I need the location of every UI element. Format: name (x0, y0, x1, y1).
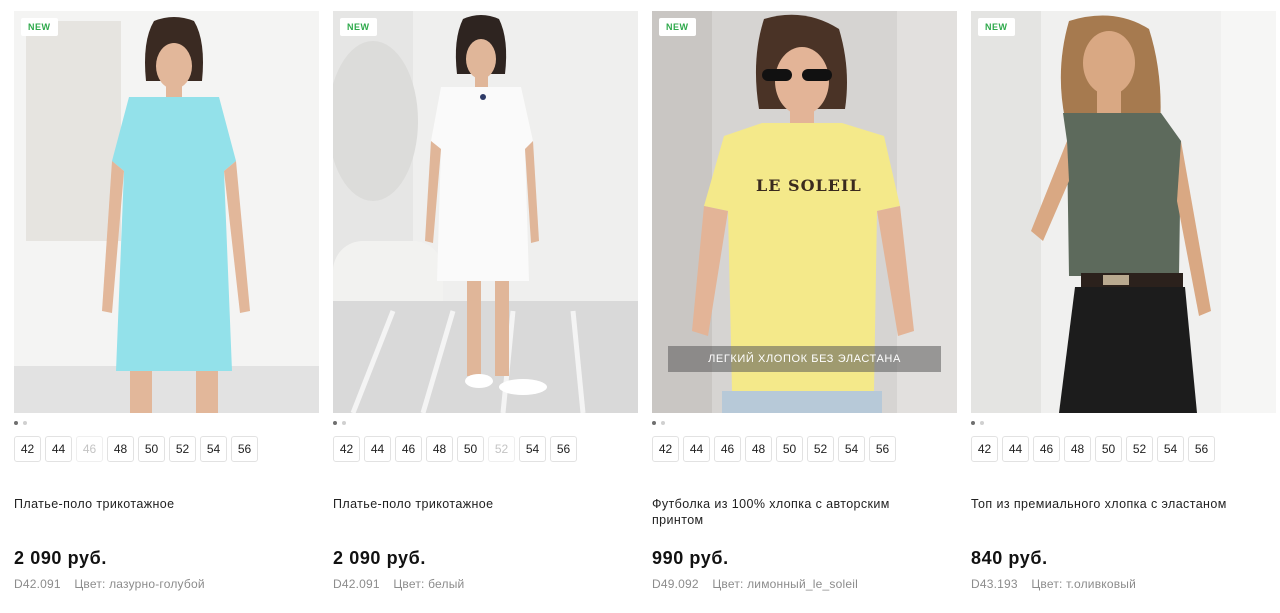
product-card[interactable]: NEW LE SOLEIL ЛЕГКИЙ ХЛОПОК БЕЗ ЭЛАСТАНА… (652, 11, 957, 611)
size-option[interactable]: 46 (1033, 436, 1060, 462)
size-option[interactable]: 44 (683, 436, 710, 462)
product-image (333, 11, 638, 413)
size-option[interactable]: 54 (200, 436, 227, 462)
product-meta: D42.091 Цвет: белый (333, 577, 464, 591)
size-option[interactable]: 42 (971, 436, 998, 462)
product-title[interactable]: Платье-поло трикотажное (333, 496, 623, 512)
size-option[interactable]: 42 (14, 436, 41, 462)
size-option[interactable]: 42 (333, 436, 360, 462)
product-card[interactable]: NEW 42 44 46 48 50 52 54 56 Платье-поло … (333, 11, 638, 611)
size-option[interactable]: 48 (745, 436, 772, 462)
product-image (14, 11, 319, 413)
carousel-dot[interactable] (23, 421, 27, 425)
image-carousel-dots[interactable] (333, 419, 346, 427)
product-photo[interactable]: NEW (971, 11, 1276, 413)
product-color: Цвет: белый (393, 577, 465, 591)
size-option[interactable]: 56 (869, 436, 896, 462)
size-option[interactable]: 44 (45, 436, 72, 462)
product-photo[interactable]: NEW (14, 11, 319, 413)
size-option-unavailable: 52 (488, 436, 515, 462)
size-option[interactable]: 50 (457, 436, 484, 462)
product-title[interactable]: Платье-поло трикотажное (14, 496, 304, 512)
size-option[interactable]: 50 (138, 436, 165, 462)
product-title[interactable]: Футболка из 100% хлопка с авторским прин… (652, 496, 942, 528)
carousel-dot[interactable] (980, 421, 984, 425)
carousel-dot-active[interactable] (652, 421, 656, 425)
size-option[interactable]: 48 (1064, 436, 1091, 462)
new-badge: NEW (340, 18, 377, 36)
product-article: D42.091 (333, 577, 380, 591)
size-option[interactable]: 50 (1095, 436, 1122, 462)
size-option[interactable]: 54 (838, 436, 865, 462)
size-list: 42 44 46 48 50 52 54 56 (971, 436, 1215, 462)
product-price: 2 090 руб. (14, 548, 107, 568)
product-title[interactable]: Топ из премиального хлопка с эластаном (971, 496, 1261, 512)
new-badge: NEW (21, 18, 58, 36)
new-badge: NEW (659, 18, 696, 36)
product-article: D42.091 (14, 577, 61, 591)
size-option[interactable]: 56 (550, 436, 577, 462)
carousel-dot-active[interactable] (971, 421, 975, 425)
product-article: D49.092 (652, 577, 699, 591)
product-grid: NEW 42 44 46 48 50 52 54 56 Платье-поло … (0, 0, 1280, 613)
size-option[interactable]: 48 (107, 436, 134, 462)
size-option[interactable]: 54 (1157, 436, 1184, 462)
size-option[interactable]: 52 (169, 436, 196, 462)
product-price: 840 руб. (971, 548, 1048, 568)
size-list: 42 44 46 48 50 52 54 56 (652, 436, 896, 462)
product-meta: D43.193 Цвет: т.оливковый (971, 577, 1136, 591)
product-meta: D49.092 Цвет: лимонный_le_soleil (652, 577, 858, 591)
size-list: 42 44 46 48 50 52 54 56 (333, 436, 577, 462)
image-carousel-dots[interactable] (14, 419, 27, 427)
size-option[interactable]: 46 (395, 436, 422, 462)
carousel-dot-active[interactable] (14, 421, 18, 425)
size-option[interactable]: 56 (231, 436, 258, 462)
size-list: 42 44 46 48 50 52 54 56 (14, 436, 258, 462)
size-option[interactable]: 52 (1126, 436, 1153, 462)
product-price: 990 руб. (652, 548, 729, 568)
size-option[interactable]: 54 (519, 436, 546, 462)
carousel-dot-active[interactable] (333, 421, 337, 425)
product-color: Цвет: лимонный_le_soleil (712, 577, 858, 591)
size-option[interactable]: 56 (1188, 436, 1215, 462)
size-option[interactable]: 42 (652, 436, 679, 462)
product-image (971, 11, 1276, 413)
product-photo[interactable]: NEW (333, 11, 638, 413)
product-photo[interactable]: NEW LE SOLEIL ЛЕГКИЙ ХЛОПОК БЕЗ ЭЛАСТАНА (652, 11, 957, 413)
product-article: D43.193 (971, 577, 1018, 591)
size-option[interactable]: 46 (714, 436, 741, 462)
image-carousel-dots[interactable] (971, 419, 984, 427)
size-option[interactable]: 48 (426, 436, 453, 462)
product-color: Цвет: лазурно-голубой (74, 577, 205, 591)
carousel-dot[interactable] (342, 421, 346, 425)
size-option[interactable]: 50 (776, 436, 803, 462)
product-price: 2 090 руб. (333, 548, 426, 568)
product-meta: D42.091 Цвет: лазурно-голубой (14, 577, 205, 591)
size-option[interactable]: 44 (364, 436, 391, 462)
size-option[interactable]: 44 (1002, 436, 1029, 462)
product-color: Цвет: т.оливковый (1031, 577, 1137, 591)
carousel-dot[interactable] (661, 421, 665, 425)
product-card[interactable]: NEW 42 44 46 48 50 52 54 56 Платье-поло … (14, 11, 319, 611)
print-text: LE SOLEIL (756, 176, 862, 195)
size-option-unavailable: 46 (76, 436, 103, 462)
promo-overlay: ЛЕГКИЙ ХЛОПОК БЕЗ ЭЛАСТАНА (668, 346, 941, 372)
product-card[interactable]: NEW 42 44 46 48 50 52 54 56 Топ из преми… (971, 11, 1276, 611)
new-badge: NEW (978, 18, 1015, 36)
size-option[interactable]: 52 (807, 436, 834, 462)
image-carousel-dots[interactable] (652, 419, 665, 427)
